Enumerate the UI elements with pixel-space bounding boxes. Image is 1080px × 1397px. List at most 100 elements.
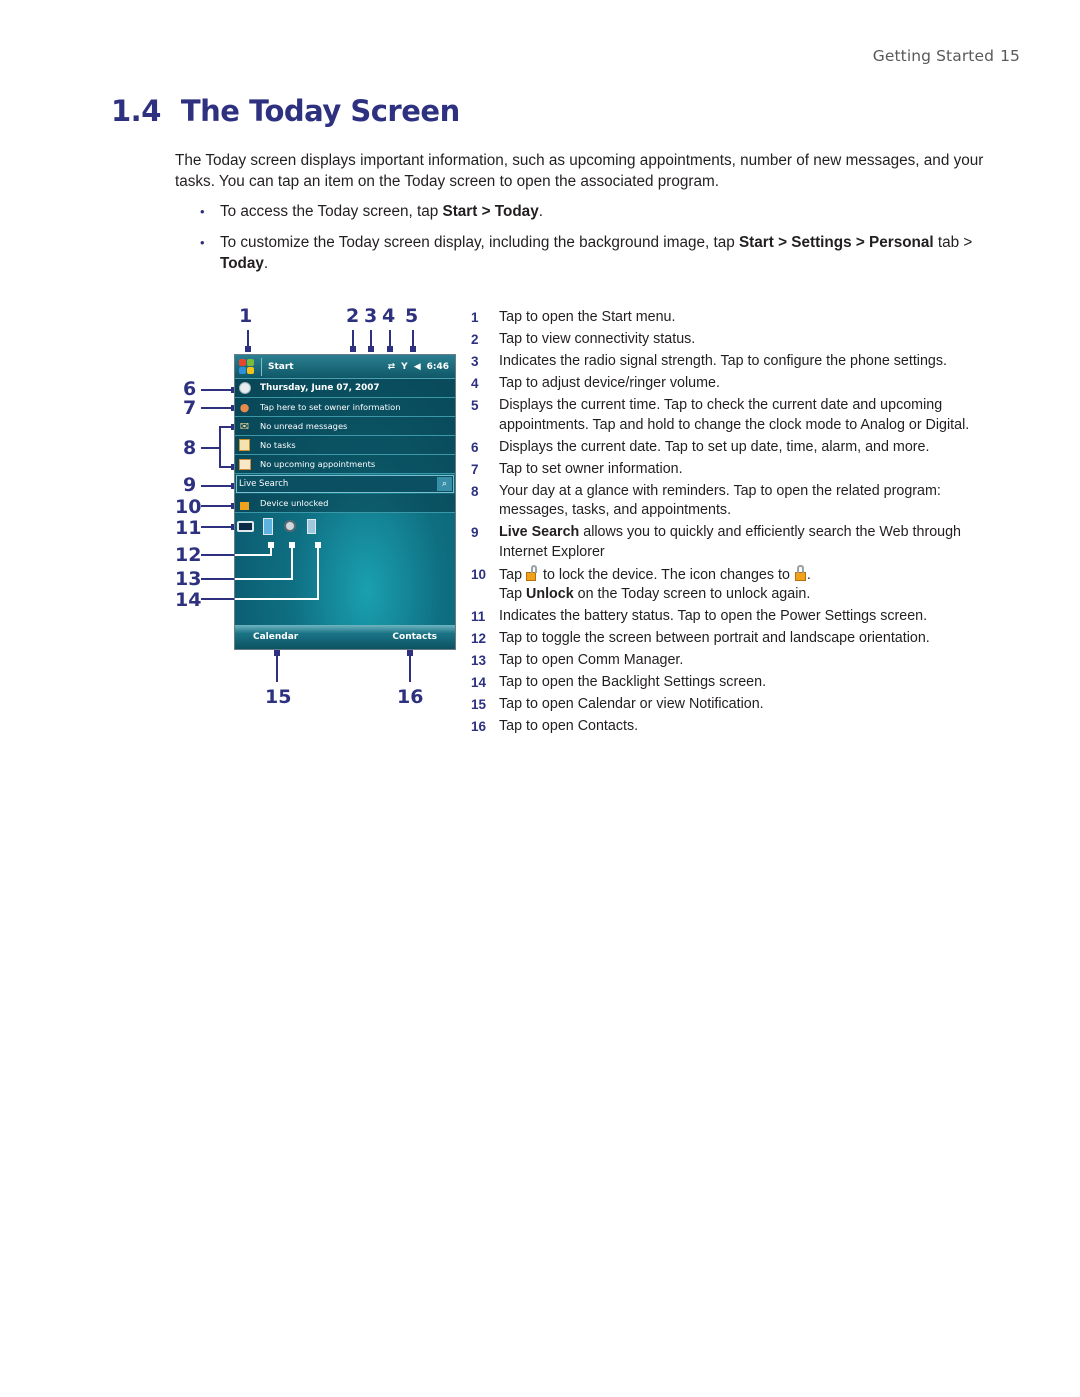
bullet-list: To access the Today screen, tap Start > … — [200, 201, 980, 284]
volume-icon[interactable]: ◀ — [414, 362, 421, 372]
legend-item: 1 Tap to open the Start menu. — [471, 308, 991, 328]
leader-line — [201, 554, 234, 556]
owner-row[interactable]: ● Tap here to set owner information — [235, 398, 455, 417]
soft-key-bar: Calendar Contacts — [235, 625, 455, 649]
connectivity-icon[interactable]: ⇄ — [388, 362, 396, 372]
clock-icon — [237, 381, 252, 395]
clock-time[interactable]: 6:46 — [427, 362, 449, 372]
leader-dot — [350, 346, 356, 352]
leader-line — [409, 650, 411, 682]
messages-row[interactable]: ✉ No unread messages — [235, 417, 455, 436]
legend-text: Displays the current time. Tap to check … — [499, 397, 970, 433]
bullet-text: . — [538, 203, 543, 220]
legend-item: 14 Tap to open the Backlight Settings scr… — [471, 673, 991, 693]
leader-line — [201, 526, 233, 528]
search-icon[interactable]: ⌕ — [437, 477, 452, 491]
bullet-item: To customize the Today screen display, i… — [200, 232, 980, 274]
contacts-softkey[interactable]: Contacts — [392, 632, 437, 642]
callout-10: 10 — [175, 496, 202, 518]
battery-icon[interactable] — [237, 516, 254, 536]
legend-text: Tap to open the Start menu. — [499, 309, 676, 325]
phone-screen: Start ⇄ Y ◀ 6:46 Thursday, June 07, 2007… — [234, 354, 456, 650]
intro-paragraph: The Today screen displays important info… — [175, 152, 984, 190]
leader-line — [201, 505, 233, 507]
comm-manager-icon[interactable] — [281, 516, 298, 536]
leader-line — [317, 542, 319, 600]
leader-line — [201, 407, 233, 409]
bullet-text: . — [263, 255, 269, 272]
legend-text: Tap to view connectivity status. — [499, 331, 696, 347]
appointments-text: No upcoming appointments — [260, 459, 376, 469]
date-text: Thursday, June 07, 2007 — [260, 383, 380, 393]
legend-text-part: on the Today screen to unlock again. — [573, 586, 811, 602]
leader-line — [201, 578, 234, 580]
leader-line — [201, 598, 234, 600]
leader-line — [235, 578, 293, 580]
leader-dot — [387, 346, 393, 352]
callout-7: 7 — [183, 397, 197, 419]
legend-text: Tap to open Comm Manager. — [499, 652, 684, 668]
legend-text-part: to lock the device. The icon changes to — [539, 566, 794, 583]
legend-text: Tap to open Calendar or view Notificatio… — [499, 696, 764, 712]
leader-line — [291, 542, 293, 580]
legend-text: Tap to adjust device/ringer volume. — [499, 375, 720, 391]
legend-text: Tap to toggle the screen between portrai… — [499, 630, 930, 646]
legend-number: 3 — [471, 354, 479, 369]
leader-line — [201, 389, 233, 391]
legend-number: 9 — [471, 525, 479, 540]
bullet-bold: Today — [220, 255, 264, 272]
live-search-box[interactable]: Live Search ⌕ — [236, 475, 454, 493]
callout-14: 14 — [175, 589, 202, 611]
legend-text: Tap to lock the device. The icon changes… — [499, 564, 991, 605]
running-header: Getting Started 15 — [873, 47, 1020, 65]
status-tray — [235, 513, 455, 539]
orientation-icon[interactable] — [259, 516, 276, 536]
start-button[interactable] — [238, 358, 255, 375]
callout-12: 12 — [175, 544, 202, 566]
legend-text: Your day at a glance with reminders. Tap… — [499, 482, 941, 519]
legend-number: 12 — [471, 631, 487, 646]
leader-line — [201, 485, 233, 487]
legend-number: 8 — [471, 483, 479, 499]
legend-bold: Live Search — [499, 524, 580, 540]
tasks-row[interactable]: No tasks — [235, 436, 455, 455]
legend-item: 2 Tap to view connectivity status. — [471, 330, 991, 350]
legend-text-part: Tap — [499, 586, 527, 602]
page-number: 15 — [1000, 47, 1020, 65]
calendar-softkey[interactable]: Calendar — [253, 632, 298, 642]
legend-number: 14 — [471, 675, 487, 690]
bullet-bold: Start > Settings > Personal — [738, 234, 934, 251]
legend-text: Displays the current date. Tap to set up… — [499, 438, 930, 455]
legend-number: 5 — [471, 398, 479, 413]
signal-icon[interactable]: Y — [401, 362, 408, 372]
callout-1: 1 — [239, 305, 253, 327]
legend-item: 3 Indicates the radio signal strength. Ta… — [471, 352, 991, 372]
section-title: 1.4 The Today Screen — [111, 94, 460, 128]
leader-line — [235, 554, 272, 556]
legend-item: 13 Tap to open Comm Manager. — [471, 651, 991, 671]
status-icons: ⇄ Y ◀ 6:46 — [388, 362, 455, 372]
unlocked-padlock-icon — [526, 564, 539, 581]
start-label[interactable]: Start — [268, 362, 294, 372]
legend-text: Tap to open Contacts. — [499, 718, 639, 734]
callout-legend: 1 Tap to open the Start menu. 2 Tap to vie… — [471, 308, 991, 739]
lock-row[interactable]: Device unlocked — [235, 494, 455, 513]
date-row[interactable]: Thursday, June 07, 2007 — [235, 379, 455, 398]
messages-text: No unread messages — [260, 421, 348, 431]
legend-item: 16 Tap to open Contacts. — [471, 717, 991, 737]
callout-2: 2 — [346, 305, 360, 327]
legend-number: 13 — [471, 653, 487, 668]
bullet-text: tab > — [933, 234, 973, 251]
callout-15: 15 — [265, 686, 292, 708]
callout-3: 3 — [364, 305, 378, 327]
legend-number: 1 — [471, 310, 479, 325]
leader-dot — [368, 346, 374, 352]
leader-dot — [245, 346, 251, 352]
backlight-icon[interactable] — [303, 516, 320, 536]
callout-13: 13 — [175, 568, 202, 590]
appointments-row[interactable]: No upcoming appointments — [235, 455, 455, 474]
tasks-icon — [237, 438, 252, 452]
leader-line — [235, 598, 319, 600]
legend-item: 8 Your day at a glance with reminders. Ta… — [471, 482, 991, 521]
legend-text: Live Search allows you to quickly and ef… — [499, 523, 991, 562]
